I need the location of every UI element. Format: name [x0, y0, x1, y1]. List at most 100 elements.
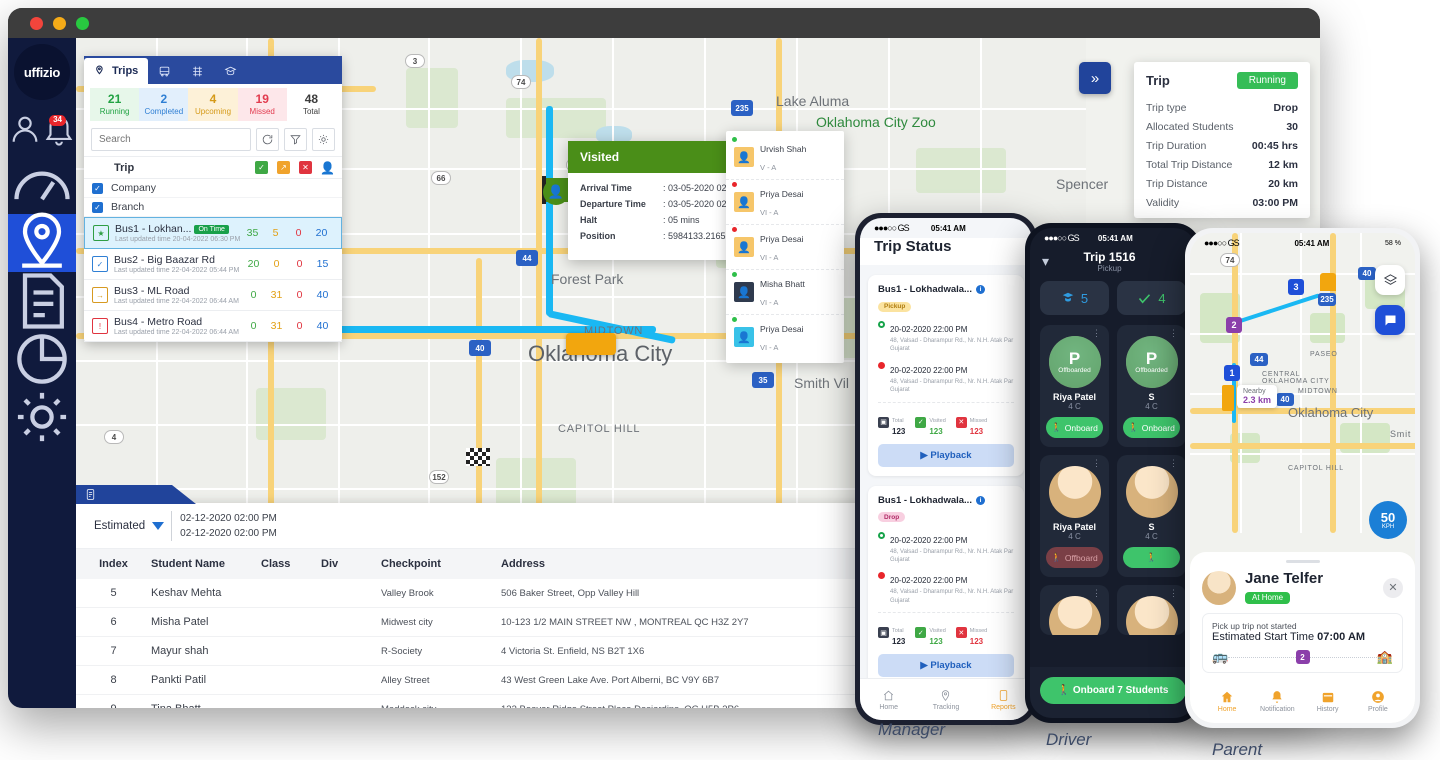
notification-bell-icon[interactable]: 34	[42, 106, 76, 152]
driver-student-card[interactable]: ⋮ P Offboarded S 4 C 🚶 Onboard	[1117, 325, 1186, 447]
search-input[interactable]	[91, 128, 251, 151]
tab-geofence[interactable]	[181, 58, 214, 84]
trip-status-badge: Running	[1236, 72, 1298, 89]
kpi-missed[interactable]: 19 Missed	[237, 88, 287, 121]
driver-student-card[interactable]: ⋮	[1117, 585, 1186, 635]
trip-list-item-bus3[interactable]: → Bus3 - ML Road Last updated time 22-04…	[84, 280, 342, 311]
student-stop-marker[interactable]: 👤	[543, 179, 569, 205]
offboard-button[interactable]: 🚶 Offboard	[1046, 547, 1103, 568]
filter-icon[interactable]	[284, 128, 307, 151]
cell-student: Keshav Mehta	[151, 579, 261, 608]
sidebar-item-dashboard[interactable]	[8, 156, 76, 214]
tab-notification[interactable]: Notification	[1252, 679, 1302, 723]
driver-student-card[interactable]: ⋮	[1040, 585, 1109, 635]
student-row[interactable]: 👤 Priya Desai VI - A	[726, 315, 844, 359]
close-icon[interactable]: ✕	[1383, 577, 1403, 598]
kpi-upcoming[interactable]: 4 Upcoming	[188, 88, 238, 121]
chevron-down-icon[interactable]: ▾	[1042, 253, 1049, 270]
chevron-down-icon[interactable]	[152, 521, 165, 530]
kpi-running[interactable]: 21 Running	[90, 88, 140, 121]
profile-icon[interactable]	[8, 106, 42, 152]
map-pin-3[interactable]: 3	[1288, 279, 1304, 295]
map-pin-2[interactable]: 2	[1226, 317, 1242, 333]
collapse-panel-button[interactable]: »	[1079, 62, 1111, 94]
driver-status-bar: ●●●○○ GS 05:41 AM	[1030, 228, 1196, 248]
student-class: 4 C	[1145, 402, 1158, 411]
branch-checkbox[interactable]: ✓	[92, 201, 103, 213]
student-name: Urvish Shah	[760, 144, 807, 154]
kpi-completed[interactable]: 2 Completed	[139, 88, 189, 121]
driver-student-card[interactable]: ⋮ S 4 C 🚶	[1117, 455, 1186, 577]
student-row[interactable]: 👤 Priya Desai VI - A	[726, 180, 844, 225]
trip-list-item-bus4[interactable]: ! Bus4 - Metro Road Last updated time 22…	[84, 311, 342, 342]
sidebar-item-reports[interactable]	[8, 272, 76, 330]
col-index[interactable]: Index	[76, 549, 151, 579]
position-label: Position	[580, 231, 616, 241]
onboard-label: Onboard	[1064, 422, 1098, 433]
student-row[interactable]: 👤 Urvish Shah V - A	[726, 135, 844, 180]
sidebar-item-tracking[interactable]	[8, 212, 76, 272]
company-checkbox[interactable]: ✓	[92, 182, 103, 194]
map-label-central-okc: CENTRAL OKLAHOMA CITY	[1262, 371, 1330, 385]
stop-address: 48, Valsad - Dharampur Rd., Nr. N.H. Ata…	[890, 589, 1014, 604]
onboard-button[interactable]: 🚶	[1123, 547, 1180, 568]
trip-upcoming: 0	[273, 258, 280, 270]
student-row[interactable]: 👤 Priya Desai VI - A	[726, 225, 844, 270]
stop-address: 48, Valsad - Dharampur Rd., Nr. N.H. Ata…	[890, 378, 1014, 394]
tab-profile[interactable]: Profile	[1353, 679, 1403, 723]
onboard-all-button[interactable]: 🚶 Onboard 7 Students	[1040, 677, 1186, 704]
trip-list-item-bus2[interactable]: ✓ Bus2 - Big Baazar Rd Last updated time…	[84, 249, 342, 280]
tab-vehicles[interactable]	[148, 58, 181, 84]
trips-tab-bar: Trips	[84, 56, 342, 84]
student-name: Priya Desai	[760, 324, 804, 334]
sidebar-item-settings[interactable]	[8, 388, 76, 446]
driver-student-card[interactable]: ⋮ P Offboarded Riya Patel 4 C 🚶 Onboard	[1040, 325, 1109, 447]
avatar: 👤	[734, 192, 754, 212]
parent-bottom-sheet: Jane Telfer At Home ✕ Pick up trip not s…	[1190, 552, 1415, 723]
parent-phone-screen: 44 40 40 235 74 Oklahoma City PASEO CENT…	[1190, 233, 1415, 723]
students-count-stat[interactable]: 5	[1040, 281, 1109, 315]
map-pin-1[interactable]: 1	[1224, 365, 1240, 381]
col-class[interactable]: Class	[261, 549, 321, 579]
trip-card[interactable]: Bus1 - Lokhadwala... i Drop 20-02-2020 22…	[868, 485, 1024, 687]
school-marker-icon[interactable]	[1320, 273, 1336, 291]
bus-marker-icon[interactable]	[1222, 385, 1234, 411]
avatar	[1125, 596, 1178, 635]
tab-home[interactable]: Home	[860, 679, 917, 720]
bus-marker[interactable]	[566, 333, 616, 355]
filter-branch-row[interactable]: ✓ Branch	[84, 198, 342, 217]
onboard-button[interactable]: 🚶 Onboard	[1123, 417, 1180, 438]
map-layers-icon[interactable]	[1375, 265, 1405, 295]
tab-home[interactable]: Home	[1202, 679, 1252, 723]
window-close-button[interactable]	[30, 16, 43, 30]
gear-icon[interactable]	[312, 128, 335, 151]
tab-reports[interactable]: Reports	[975, 679, 1032, 720]
col-checkpoint[interactable]: Checkpoint	[381, 549, 501, 579]
info-icon[interactable]: i	[975, 495, 985, 505]
tab-tracking[interactable]: Tracking	[917, 679, 974, 720]
trip-card-name: Bus1 - Lokhadwala...	[878, 494, 972, 506]
tab-history[interactable]: History	[1303, 679, 1353, 723]
filter-company-row[interactable]: ✓ Company	[84, 179, 342, 198]
chat-icon[interactable]	[1375, 305, 1405, 335]
sidebar-item-analytics[interactable]	[8, 330, 76, 388]
checked-count-stat[interactable]: 4	[1117, 281, 1186, 315]
col-div[interactable]: Div	[321, 549, 381, 579]
student-row[interactable]: 👤 Misha Bhatt VI - A	[726, 270, 844, 315]
trip-list-item-bus1[interactable]: ★ Bus1 - Lokhan... On Time Last updated t…	[84, 217, 342, 249]
sheet-grab-handle[interactable]	[1285, 560, 1320, 563]
kpi-total[interactable]: 48 Total	[286, 88, 337, 121]
refresh-icon[interactable]	[256, 128, 279, 151]
onboard-button[interactable]: 🚶 Onboard	[1046, 417, 1103, 438]
tab-trips[interactable]: Trips	[84, 58, 149, 84]
trip-card[interactable]: Bus1 - Lokhadwala... i Pickup 20-02-2020 …	[868, 275, 1024, 476]
map-shield-44: 44	[1250, 353, 1268, 366]
window-maximize-button[interactable]	[76, 16, 89, 30]
col-student[interactable]: Student Name	[151, 549, 261, 579]
playback-button[interactable]: ▶ Playback	[878, 443, 1014, 467]
window-minimize-button[interactable]	[53, 16, 66, 30]
tab-students[interactable]	[214, 58, 247, 84]
playback-button[interactable]: ▶ Playback	[878, 654, 1014, 678]
driver-student-card[interactable]: ⋮ Riya Patel 4 C 🚶 Offboard	[1040, 455, 1109, 577]
info-icon[interactable]: i	[975, 285, 985, 294]
